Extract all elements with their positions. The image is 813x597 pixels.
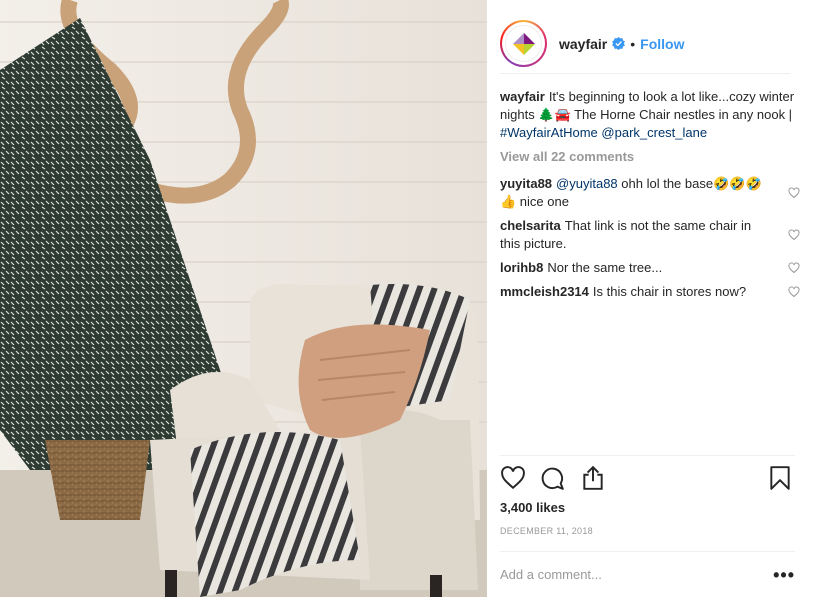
action-bar xyxy=(500,455,795,503)
comment-icon[interactable] xyxy=(539,465,565,491)
share-icon[interactable] xyxy=(580,465,606,491)
post-date: DECEMBER 11, 2018 xyxy=(500,526,593,536)
follow-button[interactable]: Follow xyxy=(640,36,684,52)
comment-item: yuyita88 @yuyita88 ohh lol the base🤣🤣🤣👍 n… xyxy=(500,175,800,211)
wayfair-logo-icon xyxy=(512,32,535,55)
comment-item: mmcleish2314 Is this chair in stores now? xyxy=(500,283,800,301)
heart-icon[interactable] xyxy=(500,465,526,491)
more-options-icon[interactable]: ••• xyxy=(773,566,795,584)
separator-dot: • xyxy=(630,35,636,52)
comment-like-heart-icon[interactable] xyxy=(788,262,800,274)
comment-username[interactable]: lorihb8 xyxy=(500,260,543,275)
caption-text-2: The Horne Chair nestles in any nook | xyxy=(570,107,793,122)
caption-username[interactable]: wayfair xyxy=(500,89,545,104)
comments-section: wayfair It's beginning to look a lot like… xyxy=(500,88,800,301)
comment-like-heart-icon[interactable] xyxy=(788,286,800,298)
comment-text: Is this chair in stores now? xyxy=(592,284,747,299)
add-comment-bar: ••• xyxy=(500,551,795,597)
post-header: wayfair • Follow xyxy=(500,14,790,74)
comment-like-heart-icon[interactable] xyxy=(788,229,800,241)
comment-item: lorihb8 Nor the same tree... xyxy=(500,259,800,277)
comment-username[interactable]: mmcleish2314 xyxy=(500,284,589,299)
bookmark-icon[interactable] xyxy=(767,465,793,491)
post-photo[interactable] xyxy=(0,0,487,597)
comment-like-heart-icon[interactable] xyxy=(788,187,800,199)
caption-emoji: 🌲🚘 xyxy=(538,107,571,122)
comment-username[interactable]: chelsarita xyxy=(500,218,561,233)
comment-list: yuyita88 @yuyita88 ohh lol the base🤣🤣🤣👍 n… xyxy=(500,175,800,301)
likes-count[interactable]: 3,400 likes xyxy=(500,500,565,515)
caption-mention[interactable]: @park_crest_lane xyxy=(601,125,707,140)
verified-badge-icon xyxy=(612,37,626,50)
post-side-panel: wayfair • Follow wayfair It's beginning t… xyxy=(487,0,813,597)
add-comment-input[interactable] xyxy=(500,567,774,582)
caption-hashtag[interactable]: #WayfairAtHome xyxy=(500,125,598,140)
comment-text: Nor the same tree... xyxy=(547,260,663,275)
comment-username[interactable]: yuyita88 xyxy=(500,176,552,191)
photo-scene xyxy=(0,0,487,597)
avatar[interactable] xyxy=(500,20,547,67)
view-all-comments-link[interactable]: View all 22 comments xyxy=(500,148,800,166)
header-username[interactable]: wayfair xyxy=(559,36,607,52)
post-caption: wayfair It's beginning to look a lot like… xyxy=(500,88,800,142)
comment-item: chelsarita That link is not the same chai… xyxy=(500,217,800,253)
comment-mention[interactable]: @yuyita88 xyxy=(556,176,618,191)
